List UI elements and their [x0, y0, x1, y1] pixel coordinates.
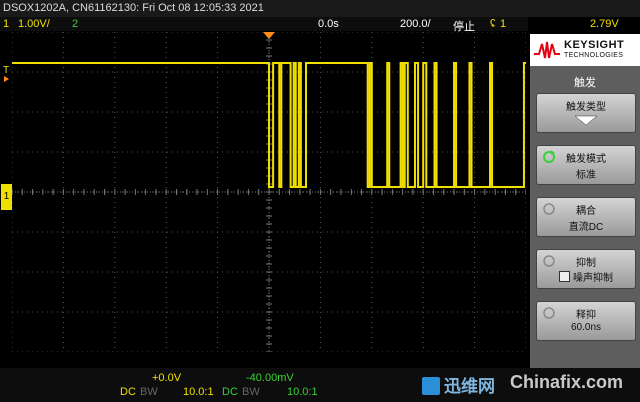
ch2-coupling: DC	[222, 386, 238, 398]
trigger-source[interactable]: 1	[500, 18, 506, 30]
ch2-offset[interactable]: -40.00mV	[246, 372, 294, 384]
softkey-panel: KEYSIGHT TECHNOLOGIES 触发 触发类型 触发模式 标准 耦合…	[530, 34, 640, 368]
noise-reject-label: 噪声抑制	[573, 273, 613, 284]
trace-ch1	[12, 62, 526, 188]
keysight-logo: KEYSIGHT TECHNOLOGIES	[530, 34, 640, 66]
holdoff-label: 释抑	[576, 310, 596, 321]
trigger-level[interactable]: 2.79V	[590, 18, 619, 30]
ch2-probe: 10.0:1	[287, 386, 318, 398]
trigger-type-key[interactable]: 触发类型	[536, 93, 636, 133]
trigger-mode-key[interactable]: 触发模式 标准	[536, 145, 636, 185]
trigger-arrow-icon[interactable]	[263, 32, 275, 39]
ch1-coupling: DC	[120, 386, 136, 398]
brand-name: KEYSIGHT	[564, 39, 625, 51]
watermark-logo-icon	[422, 377, 440, 395]
ch1-bw: BW	[140, 386, 158, 398]
time-delay[interactable]: 0.0s	[318, 18, 339, 30]
ch1-number[interactable]: 1	[3, 18, 9, 30]
trigger-type-label: 触发类型	[566, 102, 606, 113]
ch1-probe: 10.0:1	[183, 386, 214, 398]
watermark-en: Chinafix.com	[510, 372, 624, 392]
coupling-key[interactable]: 耦合 直流DC	[536, 197, 636, 237]
time-scale[interactable]: 200.0/	[400, 18, 431, 30]
holdoff-key[interactable]: 释抑 60.0ns	[536, 301, 636, 341]
noise-reject-checkbox[interactable]	[559, 271, 570, 282]
trigger-level-marker[interactable]: T	[2, 65, 12, 82]
status-bar: DSOX1202A, CN61162130: Fri Oct 08 12:05:…	[0, 0, 640, 17]
trigger-edge-icon: ʢ	[490, 18, 496, 30]
keysight-wave-icon	[534, 41, 560, 59]
ch1-offset[interactable]: +0.0V	[152, 372, 181, 384]
trigger-mode-value: 标准	[576, 170, 596, 181]
ch2-bw: BW	[242, 386, 260, 398]
brand-sub: TECHNOLOGIES	[564, 52, 624, 59]
model-line: DSOX1202A, CN61162130: Fri Oct 08 12:05:…	[3, 2, 264, 14]
channel-bar: 1 1.00V/ 2 0.0s 200.0/ 停止 ʢ 1	[0, 17, 528, 33]
ch1-scale[interactable]: 1.00V/	[18, 18, 50, 30]
reject-label: 抑制	[576, 258, 596, 269]
coupling-value: 直流DC	[568, 222, 604, 233]
holdoff-value: 60.0ns	[570, 322, 602, 333]
waveform-display[interactable]	[12, 32, 526, 352]
trigger-mode-label: 触发模式	[566, 154, 606, 165]
menu-title: 触发	[574, 77, 596, 89]
arrow-down-icon	[537, 114, 635, 129]
reject-key[interactable]: 抑制 噪声抑制	[536, 249, 636, 289]
watermark-cn: 迅维网	[422, 372, 495, 397]
ch2-number[interactable]: 2	[72, 18, 78, 30]
ch1-ground-marker[interactable]: 1	[1, 184, 12, 210]
coupling-label: 耦合	[576, 206, 596, 217]
